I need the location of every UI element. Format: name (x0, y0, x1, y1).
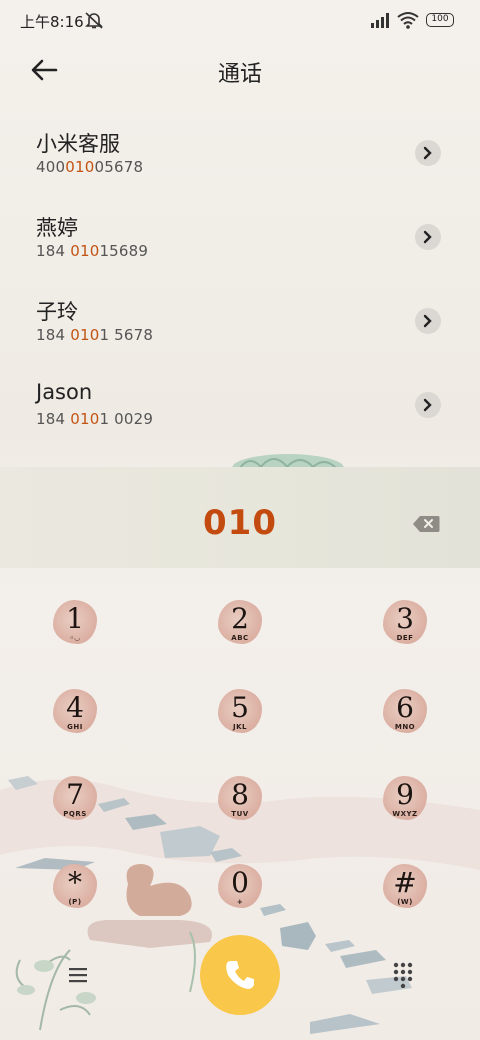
contact-item[interactable]: Jason 184 0101 0029 (0, 364, 480, 448)
number-display: 010 (0, 467, 480, 568)
key-7[interactable]: 7 PQRS (53, 776, 101, 824)
chevron-right-icon (423, 230, 432, 244)
key-0[interactable]: 0 + (218, 864, 266, 912)
contact-number: 40001005678 (36, 158, 144, 176)
contact-name: 子玲 (36, 300, 78, 324)
contact-number: 184 0101 0029 (36, 410, 154, 428)
call-button[interactable] (200, 935, 280, 1015)
contact-detail-button[interactable] (415, 308, 441, 334)
key-8[interactable]: 8 TUV (218, 776, 266, 824)
contact-detail-button[interactable] (415, 224, 441, 250)
key-hash[interactable]: # (W) (383, 864, 431, 912)
key-2[interactable]: 2 ABC (218, 600, 266, 648)
key-6[interactable]: 6 MNO (383, 689, 431, 737)
contact-detail-button[interactable] (415, 392, 441, 418)
chevron-right-icon (423, 146, 432, 160)
chevron-right-icon (423, 398, 432, 412)
dialed-number: 010 (203, 503, 277, 543)
contact-item[interactable]: 子玲 184 0101 5678 (0, 280, 480, 364)
contact-item[interactable]: 燕婷 184 01015689 (0, 196, 480, 280)
key-star[interactable]: * (P) (53, 864, 101, 912)
chevron-right-icon (423, 314, 432, 328)
backspace-icon[interactable] (412, 515, 440, 533)
key-3[interactable]: 3 DEF (383, 600, 431, 648)
header: 通话 (0, 40, 480, 104)
contact-item[interactable]: 小米客服 40001005678 (0, 112, 480, 196)
menu-icon[interactable] (68, 966, 88, 984)
contact-name: 燕婷 (36, 216, 78, 240)
key-1[interactable]: 1 ◦◡ (53, 600, 101, 648)
wifi-icon (397, 12, 419, 29)
key-5[interactable]: 5 JKL (218, 689, 266, 737)
dialpad-icon[interactable] (393, 962, 413, 988)
contact-number: 184 0101 5678 (36, 326, 154, 344)
status-bar: 上午8:16 100 (0, 0, 480, 40)
key-9[interactable]: 9 WXYZ (383, 776, 431, 824)
contact-detail-button[interactable] (415, 140, 441, 166)
key-4[interactable]: 4 GHI (53, 689, 101, 737)
phone-icon (226, 961, 254, 989)
contact-name: 小米客服 (36, 132, 120, 156)
voicemail-icon: ◦◡ (69, 634, 81, 642)
battery-indicator: 100 (426, 13, 454, 27)
signal-icon (371, 13, 389, 28)
contact-name: Jason (36, 380, 93, 404)
contact-number: 184 01015689 (36, 242, 149, 260)
bell-off-icon (85, 12, 103, 29)
status-time: 上午8:16 (20, 13, 84, 31)
page-title: 通话 (217, 62, 262, 87)
